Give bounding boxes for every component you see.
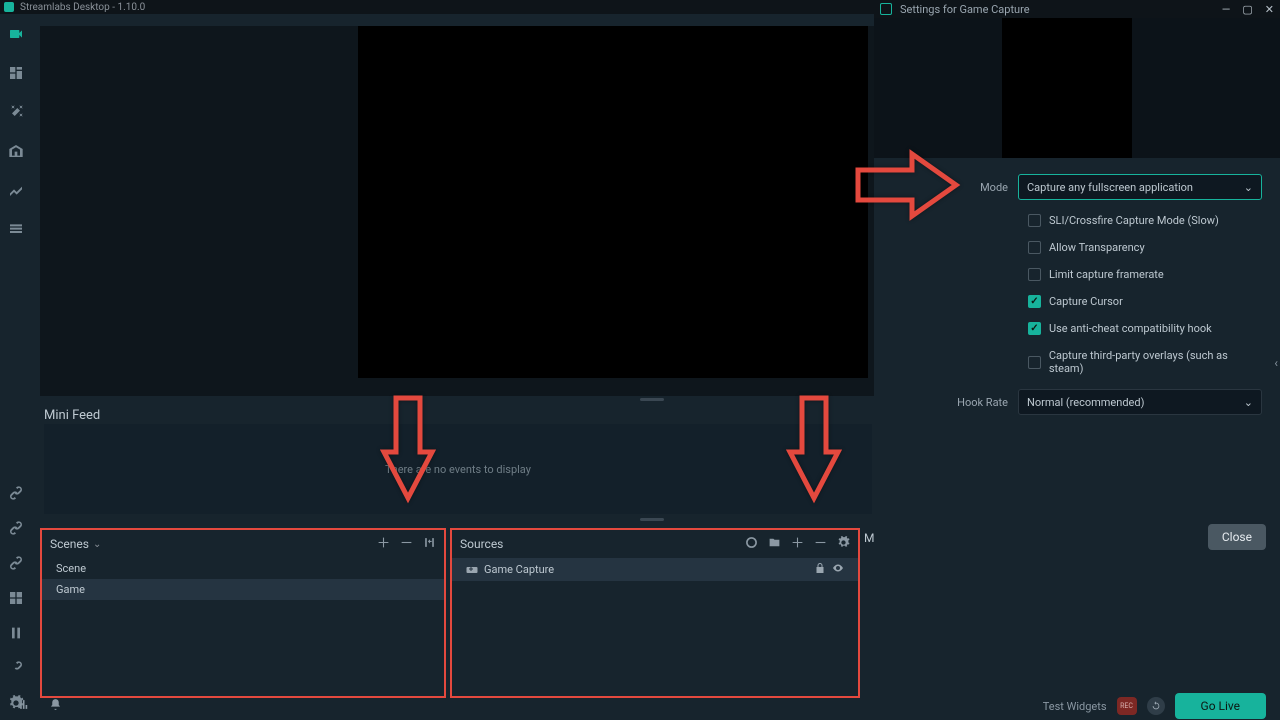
check-overlays[interactable]: Capture third-party overlays (such as st… <box>1028 349 1262 375</box>
check-label: Limit capture framerate <box>1049 268 1164 281</box>
hook-rate-label: Hook Rate <box>892 396 1018 409</box>
source-item-label: Game Capture <box>484 563 554 576</box>
check-framerate[interactable]: Limit capture framerate <box>1028 268 1262 281</box>
scene-item[interactable]: Game <box>42 579 444 600</box>
link-icon-2[interactable] <box>8 520 24 539</box>
sidebar <box>0 14 32 720</box>
check-label: Allow Transparency <box>1049 241 1145 254</box>
grid-icon[interactable] <box>8 590 24 609</box>
scenes-title[interactable]: Scenes <box>50 537 89 551</box>
app-icon <box>4 2 14 12</box>
app-title: Streamlabs Desktop - 1.10.0 <box>20 2 145 13</box>
hook-rate-value: Normal (recommended) <box>1027 396 1144 409</box>
settings-title: Settings for Game Capture <box>900 3 1030 16</box>
footer: Test Widgets REC Go Live <box>0 692 1280 720</box>
minimize-icon[interactable]: — <box>1222 3 1231 16</box>
gear-icon[interactable] <box>837 536 850 552</box>
hook-rate-select[interactable]: Normal (recommended) ⌄ <box>1018 389 1262 415</box>
test-widgets-link[interactable]: Test Widgets <box>1043 700 1107 713</box>
close-button[interactable]: Close <box>1208 524 1266 550</box>
sidebar-bottom <box>0 485 32 714</box>
add-scene-icon[interactable] <box>377 536 390 552</box>
settings-preview-canvas <box>1002 18 1132 158</box>
mode-select-value: Capture any fullscreen application <box>1027 181 1193 194</box>
sources-header: Sources <box>452 530 858 558</box>
camera-icon[interactable] <box>8 26 24 45</box>
list-icon[interactable] <box>8 221 24 240</box>
chevron-down-icon: ⌄ <box>1244 181 1253 194</box>
widget-icon[interactable] <box>745 536 758 552</box>
preview-canvas <box>358 26 868 378</box>
link-icon[interactable] <box>8 485 24 504</box>
mode-select[interactable]: Capture any fullscreen application ⌄ <box>1018 174 1262 200</box>
maximize-icon[interactable]: ▢ <box>1242 3 1252 16</box>
add-source-icon[interactable] <box>791 536 804 552</box>
settings-titlebar: Settings for Game Capture — ▢ ✕ <box>874 0 1280 18</box>
folder-icon[interactable] <box>768 536 781 552</box>
layout-icon[interactable] <box>8 65 24 84</box>
analytics-icon[interactable] <box>8 182 24 201</box>
settings-window-icon <box>880 3 892 15</box>
go-live-button[interactable]: Go Live <box>1175 693 1266 719</box>
drag-handle-icon[interactable] <box>640 518 664 521</box>
remove-source-icon[interactable] <box>814 536 827 552</box>
scene-item[interactable]: Scene <box>42 558 444 579</box>
settings-panel: Settings for Game Capture — ▢ ✕ Mode Cap… <box>874 0 1280 698</box>
scenes-panel: Scenes ⌄ Scene Game <box>40 528 446 698</box>
scenes-header: Scenes ⌄ <box>42 530 444 558</box>
sources-title: Sources <box>460 537 503 551</box>
refresh-button[interactable] <box>1147 697 1165 715</box>
record-button[interactable]: REC <box>1117 697 1137 715</box>
check-transparency[interactable]: Allow Transparency <box>1028 241 1262 254</box>
source-item[interactable]: Game Capture <box>452 558 858 581</box>
lock-icon[interactable] <box>814 562 826 577</box>
stats-icon[interactable] <box>18 698 31 714</box>
preview-area[interactable] <box>40 26 874 396</box>
chevron-down-icon: ⌄ <box>1244 396 1253 409</box>
collapse-caret-icon[interactable]: ‹ <box>1274 356 1278 370</box>
remove-scene-icon[interactable] <box>400 536 413 552</box>
mini-feed-empty-text: There are no events to display <box>385 463 531 476</box>
pause-icon[interactable] <box>8 625 24 644</box>
check-sli[interactable]: SLI/Crossfire Capture Mode (Slow) <box>1028 214 1262 227</box>
sources-panel: Sources Game Capture <box>450 528 860 698</box>
mini-feed-title: Mini Feed <box>44 408 100 423</box>
bell-icon[interactable] <box>49 698 62 714</box>
game-icon <box>466 564 478 576</box>
check-cursor[interactable]: Capture Cursor <box>1028 295 1262 308</box>
mini-feed-panel: There are no events to display <box>44 424 872 514</box>
magic-icon[interactable] <box>8 104 24 123</box>
store-icon[interactable] <box>8 143 24 162</box>
link-icon-4[interactable] <box>8 660 24 679</box>
check-label: Capture Cursor <box>1049 295 1123 308</box>
check-label: SLI/Crossfire Capture Mode (Slow) <box>1049 214 1219 227</box>
eye-icon[interactable] <box>832 562 844 577</box>
mode-label: Mode <box>892 181 1018 194</box>
check-label: Capture third-party overlays (such as st… <box>1049 349 1262 375</box>
close-icon[interactable]: ✕ <box>1265 3 1274 16</box>
settings-preview <box>874 18 1280 158</box>
link-icon-3[interactable] <box>8 555 24 574</box>
drag-handle-icon[interactable] <box>640 398 664 401</box>
check-label: Use anti-cheat compatibility hook <box>1049 322 1212 335</box>
transition-icon[interactable] <box>423 536 436 552</box>
check-anticheat[interactable]: Use anti-cheat compatibility hook <box>1028 322 1262 335</box>
chevron-down-icon[interactable]: ⌄ <box>93 539 101 550</box>
